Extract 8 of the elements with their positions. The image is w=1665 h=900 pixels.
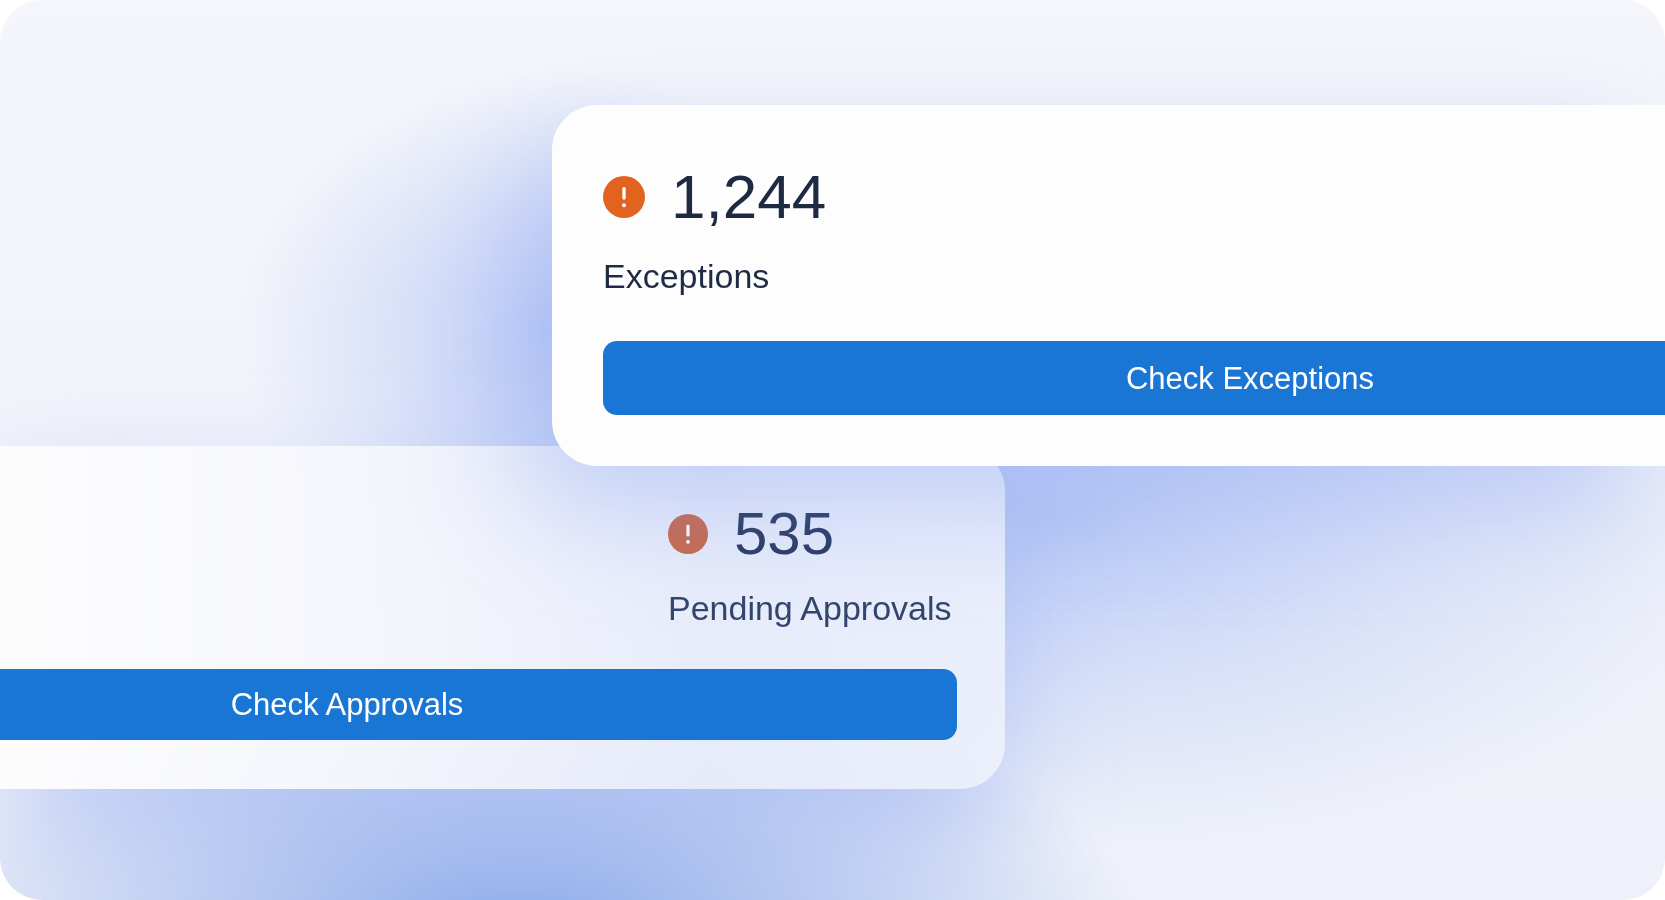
stat-label: Exceptions <box>603 259 770 293</box>
count-value: 535 <box>734 504 835 564</box>
stat-label: Pending Approvals <box>668 591 952 625</box>
primary-button[interactable]: Check Exceptions <box>603 341 1665 415</box>
alert-icon <box>668 514 708 554</box>
primary-button[interactable]: Check Approvals <box>0 669 957 740</box>
alert-icon <box>603 176 645 218</box>
count-value: 1,244 <box>671 166 827 228</box>
